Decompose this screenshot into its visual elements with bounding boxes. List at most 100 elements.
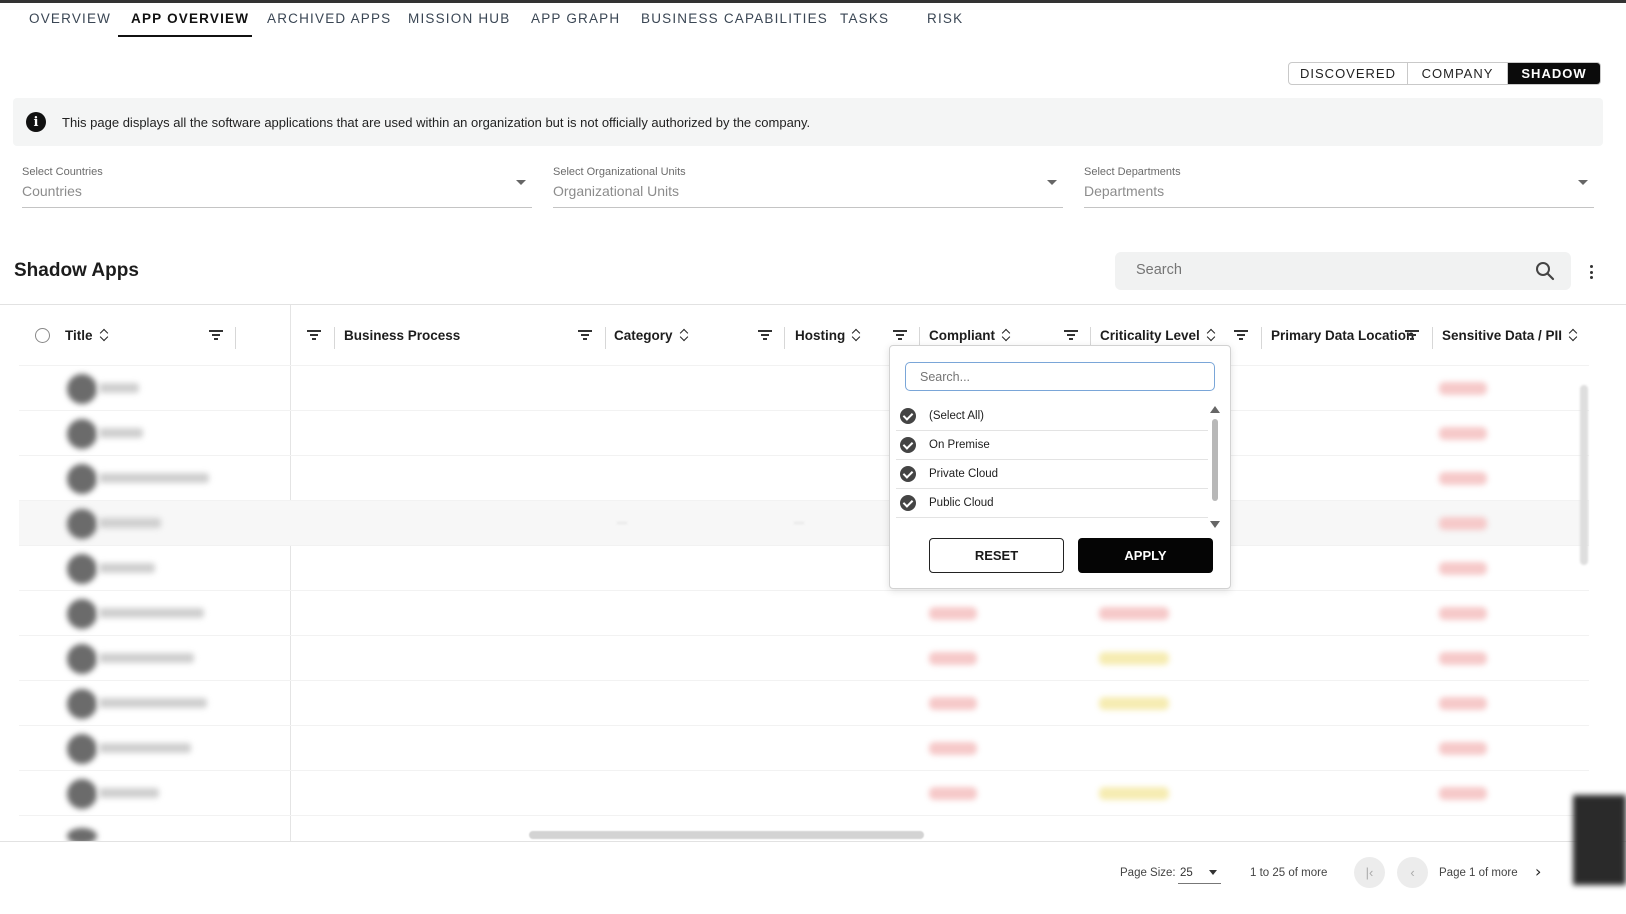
avatar	[67, 828, 97, 841]
select-all-checkbox[interactable]	[35, 328, 50, 343]
filter-icon[interactable]	[758, 329, 772, 341]
search-icon[interactable]	[1535, 261, 1555, 281]
status-badge	[1439, 562, 1487, 575]
blurred-title	[99, 788, 159, 798]
sort-icon[interactable]	[680, 329, 690, 342]
page-size-value: 25	[1180, 867, 1193, 879]
tab-risk[interactable]: RISK	[927, 11, 963, 26]
org-units-label: Select Organizational Units	[553, 166, 686, 178]
popup-scrollbar-thumb[interactable]	[1212, 419, 1218, 501]
tab-mission-hub[interactable]: MISSION HUB	[408, 11, 510, 26]
info-icon: i	[26, 112, 46, 132]
sort-icon[interactable]	[1002, 329, 1012, 342]
status-badge	[929, 607, 977, 620]
filter-icon[interactable]	[1405, 329, 1419, 341]
vertical-scrollbar[interactable]	[1580, 385, 1588, 565]
table-row[interactable]	[19, 545, 1589, 590]
first-page-button[interactable]: |‹	[1354, 857, 1385, 888]
filter-icon[interactable]	[1064, 329, 1078, 341]
check-circle-icon[interactable]	[900, 408, 916, 424]
tab-overview[interactable]: OVERVIEW	[29, 11, 111, 26]
check-circle-icon[interactable]	[900, 466, 916, 482]
sort-icon[interactable]	[100, 329, 110, 342]
check-circle-icon[interactable]	[900, 437, 916, 453]
top-border	[0, 0, 1626, 3]
filter-icon[interactable]	[578, 329, 592, 341]
tab-app-overview[interactable]: APP OVERVIEW	[131, 11, 249, 26]
avatar	[67, 689, 97, 719]
column-header-compliant[interactable]: Compliant	[929, 328, 1012, 343]
filter-option-select-all[interactable]: (Select All)	[896, 402, 1208, 431]
next-page-button[interactable]: ›	[1535, 862, 1549, 882]
filter-icon[interactable]	[209, 329, 223, 341]
table-row[interactable]	[19, 500, 1589, 545]
status-badge	[929, 697, 977, 710]
tab-tasks[interactable]: TASKS	[840, 11, 889, 26]
departments-select[interactable]: Select Departments Departments	[1084, 164, 1594, 208]
column-header-criticality-level[interactable]: Criticality Level	[1100, 328, 1217, 343]
check-circle-icon[interactable]	[900, 495, 916, 511]
tab-archived-apps[interactable]: ARCHIVED APPS	[267, 11, 391, 26]
table-row[interactable]	[19, 680, 1589, 725]
filter-options-list: (Select All) On Premise Private Cloud Pu…	[896, 402, 1208, 522]
scroll-down-icon[interactable]	[1210, 521, 1220, 528]
tab-app-graph[interactable]: APP GRAPH	[531, 11, 620, 26]
status-badge	[1099, 787, 1169, 800]
search-input[interactable]	[1136, 262, 1516, 278]
apply-button[interactable]: APPLY	[1078, 538, 1213, 573]
column-label: Primary Data Location	[1271, 328, 1415, 343]
column-header-business-process[interactable]: Business Process	[344, 328, 460, 343]
filter-option-label: Private Cloud	[929, 468, 999, 480]
status-badge	[1439, 427, 1487, 440]
column-header-category[interactable]: Category	[614, 328, 690, 343]
toggle-shadow[interactable]: SHADOW	[1508, 63, 1600, 84]
filter-search-input[interactable]	[905, 362, 1215, 391]
scroll-up-icon[interactable]	[1210, 406, 1220, 413]
table-row[interactable]	[19, 725, 1589, 770]
filter-icon[interactable]	[307, 329, 321, 341]
sort-icon[interactable]	[1569, 329, 1579, 342]
table-row[interactable]	[19, 770, 1589, 815]
blurred-title	[99, 473, 209, 483]
status-badge	[1439, 787, 1487, 800]
table-row[interactable]	[19, 365, 1589, 410]
chevron-down-icon	[1047, 180, 1057, 185]
column-header-primary-data-location[interactable]: Primary Data Location	[1271, 328, 1414, 343]
hosting-filter-popup: (Select All) On Premise Private Cloud Pu…	[889, 345, 1231, 589]
sort-icon[interactable]	[852, 329, 862, 342]
previous-page-button[interactable]: ‹	[1397, 857, 1428, 888]
filter-option-partial[interactable]	[896, 518, 1208, 522]
page-size-select[interactable]: 25	[1178, 864, 1221, 884]
more-options-icon[interactable]	[1586, 262, 1596, 282]
blurred-title	[99, 563, 155, 573]
tab-business-capabilities[interactable]: BUSINESS CAPABILITIES	[641, 11, 828, 26]
table-row[interactable]	[19, 410, 1589, 455]
avatar	[67, 509, 97, 539]
column-separator	[1261, 327, 1262, 349]
table-row[interactable]	[19, 455, 1589, 500]
table-row[interactable]	[19, 635, 1589, 680]
status-badge	[1099, 697, 1169, 710]
toggle-company[interactable]: COMPANY	[1408, 63, 1508, 84]
avatar	[67, 419, 97, 449]
chevron-down-icon	[516, 180, 526, 185]
filter-icon[interactable]	[893, 329, 907, 341]
reset-button[interactable]: RESET	[929, 538, 1064, 573]
column-header-title[interactable]: Title	[65, 328, 110, 343]
countries-select[interactable]: Select Countries Countries	[22, 164, 532, 208]
filter-option-private-cloud[interactable]: Private Cloud	[896, 460, 1208, 489]
horizontal-scrollbar[interactable]	[529, 831, 924, 839]
table-row[interactable]	[19, 590, 1589, 635]
filter-icon[interactable]	[1234, 329, 1248, 341]
column-label: Title	[65, 328, 93, 343]
column-header-hosting[interactable]: Hosting	[795, 328, 862, 343]
column-header-sensitive-data[interactable]: Sensitive Data / PII	[1442, 328, 1579, 343]
toggle-discovered[interactable]: DISCOVERED	[1289, 63, 1408, 84]
filter-option-on-premise[interactable]: On Premise	[896, 431, 1208, 460]
sort-icon[interactable]	[1207, 329, 1217, 342]
status-badge	[1439, 742, 1487, 755]
countries-label: Select Countries	[22, 166, 103, 178]
filter-option-public-cloud[interactable]: Public Cloud	[896, 489, 1208, 518]
org-units-select[interactable]: Select Organizational Units Organization…	[553, 164, 1063, 208]
filter-option-label: Public Cloud	[929, 497, 994, 509]
